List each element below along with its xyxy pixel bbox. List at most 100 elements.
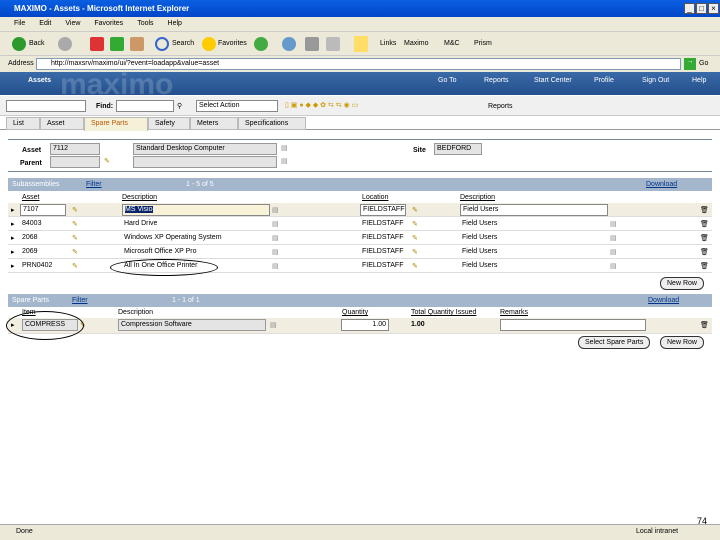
minimize-button[interactable]: _ (684, 3, 695, 14)
menu-favorites[interactable]: Favorites (94, 20, 123, 27)
long-description-icon[interactable]: ▤ (610, 262, 617, 270)
detail-menu-icon[interactable]: ✎ (104, 157, 110, 165)
long-description-icon[interactable]: ▤ (281, 144, 288, 152)
menu-tools[interactable]: Tools (137, 20, 153, 27)
stop-icon[interactable] (90, 37, 104, 51)
long-description-icon[interactable]: ▤ (281, 157, 288, 165)
new-row-button[interactable]: New Row (660, 277, 704, 290)
new-row-button[interactable]: New Row (660, 336, 704, 349)
back-button[interactable]: Back (29, 40, 45, 47)
go-button[interactable]: Go (699, 60, 708, 67)
query-select[interactable] (6, 100, 86, 112)
forward-icon[interactable] (58, 37, 72, 51)
table-row[interactable]: ▸ COMPRESS ✎ Compression Software ▤ 1.00… (8, 318, 712, 334)
select-action-dropdown[interactable]: Select Action (196, 100, 278, 112)
expand-icon[interactable]: ▸ (11, 206, 15, 214)
asset-field[interactable]: 7112 (50, 143, 100, 155)
long-description-icon[interactable]: ▤ (272, 206, 279, 214)
parent-description-field[interactable] (133, 156, 277, 168)
long-description-icon[interactable]: ▤ (272, 262, 279, 270)
tab-list[interactable]: List (6, 117, 40, 130)
menu-help[interactable]: Help (168, 20, 182, 27)
favorites-button[interactable]: Favorites (218, 40, 247, 47)
remarks-input[interactable] (500, 319, 646, 331)
notes-icon[interactable] (354, 36, 368, 52)
column-header[interactable]: Description (460, 194, 495, 201)
menu-file[interactable]: File (14, 20, 25, 27)
nav-profile[interactable]: Profile (594, 77, 614, 84)
detail-menu-icon[interactable]: ✎ (412, 248, 418, 256)
menu-edit[interactable]: Edit (39, 20, 51, 27)
table-row[interactable]: ▸ 7107 ✎ MS Visio ▤ FIELDSTAFF ✎ Field U… (8, 203, 712, 217)
column-header[interactable]: Description (122, 194, 157, 201)
site-field[interactable]: BEDFORD (434, 143, 482, 155)
asset-description-field[interactable]: Standard Desktop Computer (133, 143, 277, 155)
column-header[interactable]: Asset (22, 194, 40, 201)
tab-meters[interactable]: Meters (190, 117, 238, 130)
tab-safety[interactable]: Safety (148, 117, 190, 130)
expand-icon[interactable]: ▸ (11, 248, 15, 256)
find-input[interactable] (116, 100, 174, 112)
delete-icon[interactable]: 🗑 (700, 220, 709, 228)
expand-icon[interactable]: ▸ (11, 234, 15, 242)
tab-spare-parts[interactable]: Spare Parts (84, 117, 148, 131)
delete-icon[interactable]: 🗑 (700, 206, 709, 214)
delete-icon[interactable]: 🗑 (700, 262, 709, 270)
tab-specifications[interactable]: Specifications (238, 117, 306, 130)
expand-icon[interactable]: ▸ (11, 262, 15, 270)
link-prism[interactable]: Prism (474, 40, 492, 47)
long-description-icon[interactable]: ▤ (610, 220, 617, 228)
print-icon[interactable] (305, 37, 319, 51)
close-button[interactable]: × (708, 3, 719, 14)
refresh-icon[interactable] (110, 37, 124, 51)
toolbar-icons[interactable]: ▯ ▣ ● ◆ ◆ ✿ ⇆ ⇆ ◉ ▭ (285, 101, 358, 109)
table-row[interactable]: ▸ 84003 ✎ Hard Drive ▤ FIELDSTAFF ✎ Field Users… (8, 217, 712, 231)
menu-view[interactable]: View (65, 20, 80, 27)
reports-button[interactable]: Reports (488, 103, 513, 110)
nav-reports[interactable]: Reports (484, 77, 509, 84)
long-description-icon[interactable]: ▤ (272, 234, 279, 242)
link-mc[interactable]: M&C (444, 40, 460, 47)
edit-icon[interactable] (326, 37, 340, 51)
column-header[interactable]: Quantity (342, 309, 368, 316)
delete-icon[interactable]: 🗑 (700, 248, 709, 256)
link-maximo[interactable]: Maximo (404, 40, 429, 47)
search-icon[interactable] (155, 37, 169, 51)
detail-menu-icon[interactable]: ✎ (72, 206, 78, 214)
download-link[interactable]: Download (646, 181, 677, 188)
filter-link[interactable]: Filter (72, 297, 88, 304)
detail-menu-icon[interactable]: ✎ (412, 234, 418, 242)
detail-menu-icon[interactable]: ✎ (72, 248, 78, 256)
nav-help[interactable]: Help (692, 77, 706, 84)
description-cell[interactable]: Compression Software (118, 319, 266, 331)
mail-icon[interactable] (282, 37, 296, 51)
detail-menu-icon[interactable]: ✎ (72, 262, 78, 270)
delete-icon[interactable]: 🗑 (700, 321, 709, 329)
detail-menu-icon[interactable]: ✎ (72, 234, 78, 242)
long-description-icon[interactable]: ▤ (610, 248, 617, 256)
favorites-icon[interactable] (202, 37, 216, 51)
download-link[interactable]: Download (648, 297, 679, 304)
home-icon[interactable] (130, 37, 144, 51)
table-row[interactable]: ▸ 2069 ✎ Microsoft Office XP Pro ▤ FIELDSTAFF… (8, 245, 712, 259)
nav-sign-out[interactable]: Sign Out (642, 77, 669, 84)
long-description-icon[interactable]: ▤ (610, 234, 617, 242)
back-icon[interactable] (12, 37, 26, 51)
long-description-icon[interactable]: ▤ (272, 220, 279, 228)
detail-menu-icon[interactable]: ✎ (412, 220, 418, 228)
table-row[interactable]: ▸ 2068 ✎ Windows XP Operating System ▤ FIELDS… (8, 231, 712, 245)
binoculars-icon[interactable]: ⚲ (177, 102, 182, 110)
maximize-button[interactable]: □ (696, 3, 707, 14)
tab-asset[interactable]: Asset (40, 117, 84, 130)
long-description-icon[interactable]: ▤ (270, 321, 277, 329)
filter-link[interactable]: Filter (86, 181, 102, 188)
asset-cell[interactable]: 7107 (20, 204, 66, 216)
detail-menu-icon[interactable]: ✎ (412, 206, 418, 214)
go-icon[interactable]: → (684, 58, 696, 70)
parent-field[interactable] (50, 156, 100, 168)
select-spare-parts-button[interactable]: Select Spare Parts (578, 336, 651, 349)
nav-start-center[interactable]: Start Center (534, 77, 572, 84)
nav-goto[interactable]: Go To (438, 77, 457, 84)
column-header[interactable]: Remarks (500, 309, 528, 316)
location-description-cell[interactable]: Field Users (460, 204, 608, 216)
